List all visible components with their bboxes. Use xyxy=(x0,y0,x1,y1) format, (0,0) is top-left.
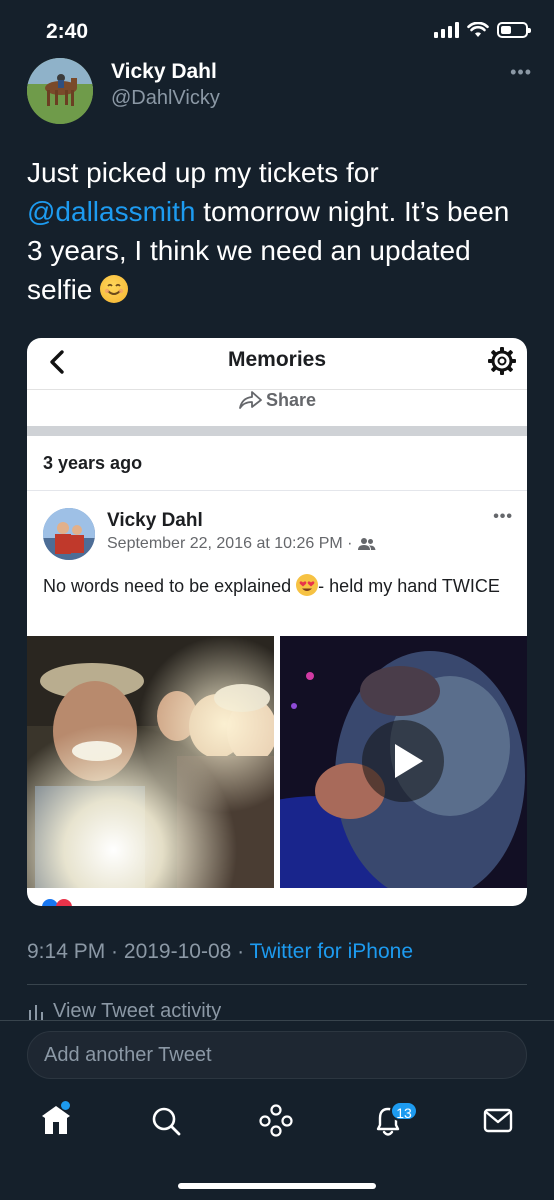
post-text-after: - held my hand TWICE xyxy=(318,576,500,596)
share-icon xyxy=(239,391,262,409)
tweet-timestamp: 9:14 PM · 2019-10-08 · Twitter for iPhon… xyxy=(27,940,413,964)
mention-link[interactable]: @dallassmith xyxy=(27,196,195,227)
post-text-before: No words need to be explained xyxy=(43,576,297,596)
tweet-date: 2019-10-08 xyxy=(123,940,232,963)
memories-header: Memories xyxy=(27,338,527,390)
tweet-time: 9:14 PM xyxy=(27,940,106,963)
view-tweet-activity-link[interactable]: View Tweet activity xyxy=(27,1000,221,1022)
share-label: Share xyxy=(265,390,317,410)
notification-count-badge: 13 xyxy=(390,1101,418,1121)
analytics-icon xyxy=(29,1005,43,1020)
separator: · xyxy=(105,940,124,963)
play-icon[interactable] xyxy=(362,720,444,802)
divider-strip xyxy=(27,426,527,436)
selfie-photo xyxy=(27,636,274,888)
reaction-icons xyxy=(41,898,77,906)
home-unread-dot xyxy=(61,1101,70,1110)
more-options-button[interactable]: ••• xyxy=(510,62,532,83)
tweet-text-before: Just picked up my tickets for xyxy=(27,157,379,188)
post-meta: September 22, 2016 at 10:26 PM · xyxy=(107,535,376,553)
share-row: Share xyxy=(27,386,527,426)
gear-icon xyxy=(487,346,517,376)
separator: · xyxy=(231,940,250,963)
status-icons xyxy=(434,22,531,38)
tweet-text: Just picked up my tickets for @dallassmi… xyxy=(27,153,527,309)
smiling-face-emoji-icon xyxy=(100,275,129,303)
post-avatar xyxy=(43,508,95,560)
author-name[interactable]: Vicky Dahl xyxy=(111,60,217,84)
home-icon[interactable] xyxy=(36,1100,76,1140)
messages-icon[interactable] xyxy=(478,1100,518,1140)
tweet-source-link[interactable]: Twitter for iPhone xyxy=(250,940,413,963)
activity-label: View Tweet activity xyxy=(53,1000,222,1022)
card-divider xyxy=(27,490,527,491)
concert-video-thumbnail[interactable] xyxy=(280,636,527,888)
memories-title: Memories xyxy=(227,348,327,371)
divider xyxy=(27,984,527,985)
wifi-icon xyxy=(467,22,489,37)
home-indicator xyxy=(178,1183,376,1189)
post-text: No words need to be explained - held my … xyxy=(43,574,513,599)
post-more-icon: ••• xyxy=(493,508,513,525)
status-time: 2:40 xyxy=(46,20,89,43)
memory-screenshot-card[interactable]: Memories Share 3 years ago Vicky Dahl Se… xyxy=(27,338,527,906)
signal-icon xyxy=(434,22,459,38)
post-date: September 22, 2016 at 10:26 PM · xyxy=(107,535,353,552)
add-another-tweet-input[interactable]: Add another Tweet xyxy=(27,1031,527,1079)
author-handle[interactable]: @DahlVicky xyxy=(111,87,220,110)
spaces-icon[interactable] xyxy=(256,1100,296,1140)
years-ago-label: 3 years ago xyxy=(43,453,143,473)
search-icon[interactable] xyxy=(146,1100,186,1140)
heart-eyes-emoji-icon xyxy=(296,574,319,596)
battery-icon xyxy=(497,22,531,38)
post-author-name: Vicky Dahl xyxy=(107,510,203,531)
author-avatar[interactable] xyxy=(27,58,93,124)
friends-icon xyxy=(358,538,376,550)
